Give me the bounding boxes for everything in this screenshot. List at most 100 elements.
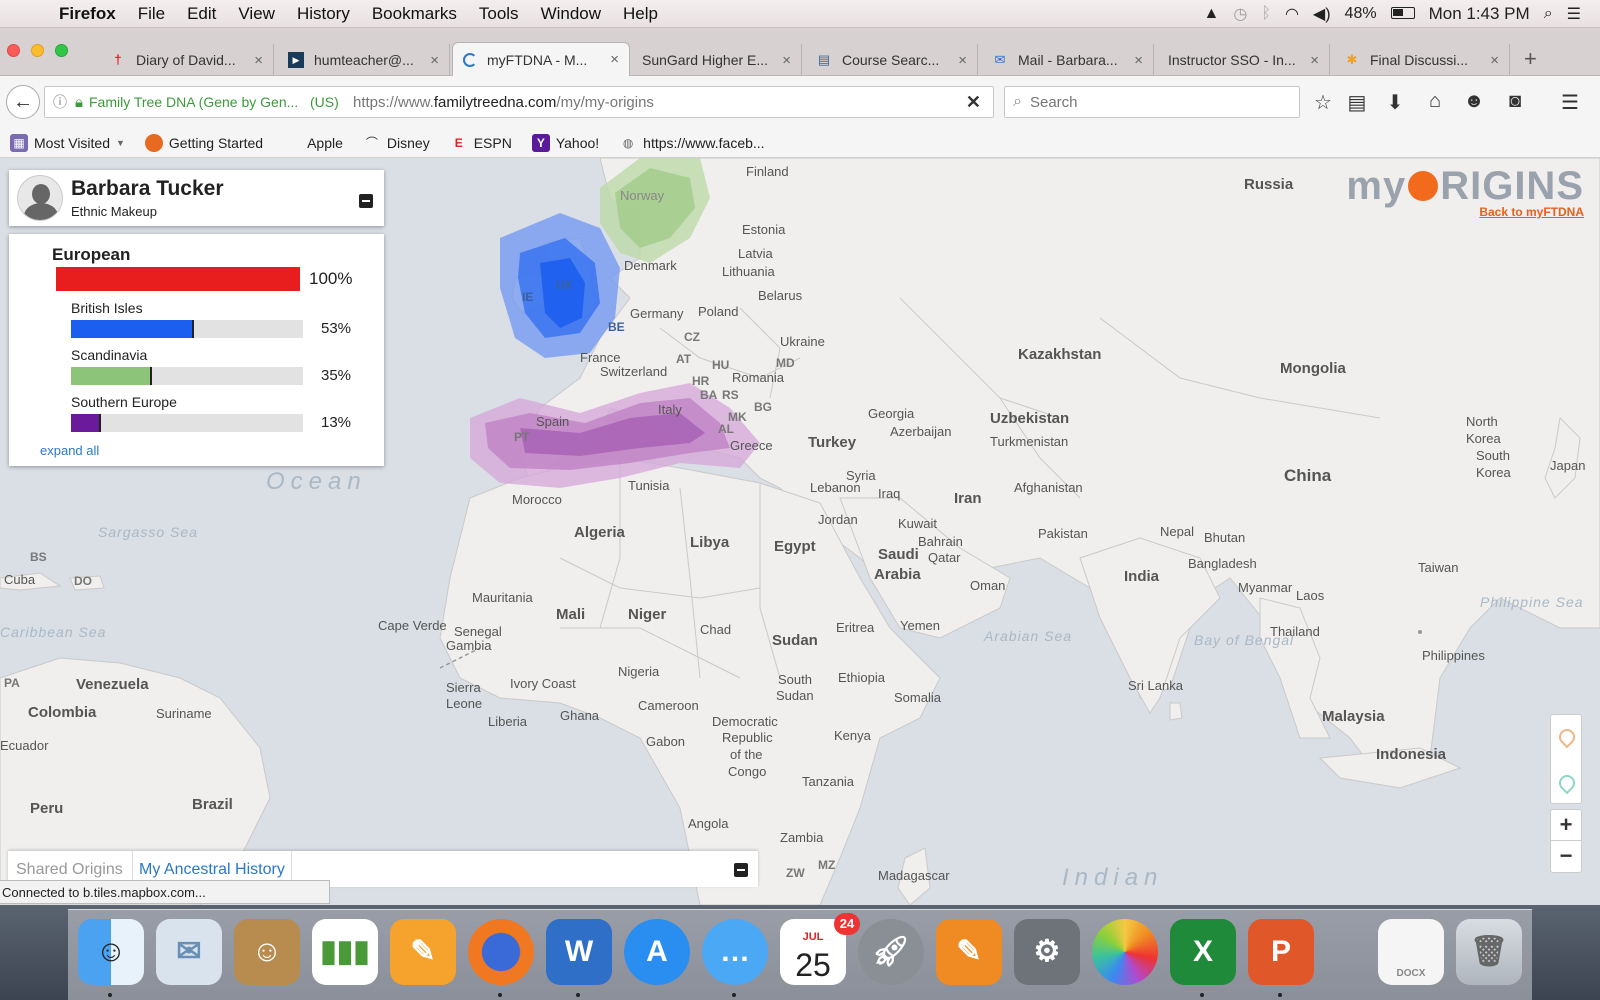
close-icon[interactable]: ×	[610, 51, 619, 68]
menu-view[interactable]: View	[227, 0, 286, 28]
system-preferences-icon[interactable]: ⚙	[1014, 919, 1080, 985]
trash-icon[interactable]: 🗑︎	[1456, 919, 1522, 985]
teal-pin-icon[interactable]	[1555, 771, 1579, 795]
menu-window[interactable]: Window	[530, 0, 612, 28]
battery-icon[interactable]	[1384, 5, 1422, 23]
tab-final-discussion[interactable]: ✱ Final Discussi... ×	[1334, 44, 1510, 76]
chat-icon[interactable]: ☻	[1461, 90, 1487, 113]
tab-sungard[interactable]: SunGard Higher E... ×	[632, 44, 802, 76]
hamburger-menu-icon[interactable]: ☰	[1557, 90, 1583, 115]
search-input[interactable]	[1029, 93, 1270, 111]
ibooks-author-icon[interactable]: ✎	[936, 919, 1002, 985]
site-identity[interactable]: Family Tree DNA (Gene by Gen... (US)	[89, 94, 341, 110]
map-label-turkmenistan: Turkmenistan	[990, 434, 1069, 449]
pocket-icon[interactable]: ◙	[1502, 90, 1528, 113]
back-button[interactable]: ←	[6, 85, 40, 119]
minimize-window-button[interactable]	[31, 44, 44, 57]
zoom-in-button[interactable]: +	[1551, 810, 1581, 841]
bookmark-star-icon[interactable]: ☆	[1310, 90, 1336, 115]
battery-percent[interactable]: 48%	[1338, 5, 1384, 23]
tab-mail[interactable]: ✉ Mail - Barbara... ×	[982, 44, 1154, 76]
tab-label: Final Discussi...	[1370, 52, 1469, 68]
expand-all-link[interactable]: expand all	[40, 443, 99, 458]
stop-icon[interactable]: ✕	[966, 92, 981, 113]
photos-icon[interactable]	[1092, 919, 1158, 985]
contacts-icon[interactable]: ☺	[234, 919, 300, 985]
menu-bookmarks[interactable]: Bookmarks	[361, 0, 468, 28]
map-label-brazil: Brazil	[192, 796, 233, 813]
volume-icon[interactable]: ◀)	[1306, 4, 1338, 24]
bookmark-espn[interactable]: E ESPN	[450, 134, 512, 152]
sub-southern-europe[interactable]: Southern Europe 13%	[71, 394, 351, 432]
origins-map[interactable]: Russia Kazakhstan Mongolia China India U…	[0, 158, 1600, 905]
finder-icon[interactable]: ☺	[78, 919, 144, 985]
sub-label: Southern Europe	[71, 394, 177, 410]
menu-edit[interactable]: Edit	[176, 0, 227, 28]
bluetooth-icon[interactable]: ᛒ	[1254, 5, 1278, 23]
info-icon[interactable]: ⓘ	[53, 92, 67, 112]
close-icon[interactable]: ×	[1310, 52, 1319, 69]
zoom-out-button[interactable]: −	[1551, 841, 1581, 872]
pages-icon[interactable]: ✎	[390, 919, 456, 985]
powerpoint-icon[interactable]: P	[1248, 919, 1314, 985]
bookmark-yahoo[interactable]: Y Yahoo!	[531, 133, 599, 152]
menu-app-name[interactable]: Firefox	[48, 0, 127, 28]
launchpad-icon[interactable]: 🚀︎	[858, 919, 924, 985]
menu-history[interactable]: History	[286, 0, 361, 28]
download-icon[interactable]: ⬇	[1382, 90, 1408, 115]
map-sea-bengal: Bay of Bengal	[1194, 632, 1295, 648]
url-bar[interactable]: ⓘ 🔒︎ Family Tree DNA (Gene by Gen... (US…	[44, 86, 994, 118]
map-label-senegal: Senegal	[454, 624, 502, 639]
lock-icon[interactable]: 🔒︎	[75, 94, 83, 111]
reading-list-icon[interactable]: ▤	[1344, 90, 1370, 115]
sub-british-isles[interactable]: British Isles 53%	[71, 300, 351, 338]
mail-app-icon[interactable]: ✉	[156, 919, 222, 985]
bookmark-most-visited[interactable]: ▦ Most Visited ▼	[10, 133, 125, 152]
tab-course-search[interactable]: ▤ Course Searc... ×	[806, 44, 978, 76]
excel-icon[interactable]: X	[1170, 919, 1236, 985]
notification-center-icon[interactable]: ☰	[1560, 4, 1588, 24]
close-icon[interactable]: ×	[254, 52, 263, 69]
close-icon[interactable]: ×	[1490, 52, 1499, 69]
search-bar[interactable]: ⌕	[1004, 86, 1300, 118]
map-label-liberia: Liberia	[488, 714, 528, 729]
tab-humteacher[interactable]: ▶ humteacher@... ×	[278, 44, 450, 76]
close-icon[interactable]: ×	[430, 52, 439, 69]
firefox-dock-icon[interactable]	[468, 919, 534, 985]
close-icon[interactable]: ×	[1134, 52, 1143, 69]
spotlight-icon[interactable]: ⌕	[1537, 5, 1560, 23]
tab-shared-origins[interactable]: Shared Origins	[16, 861, 123, 879]
map-label-cuba: Cuba	[4, 572, 36, 587]
menu-tools[interactable]: Tools	[468, 0, 530, 28]
zoom-window-button[interactable]	[55, 44, 68, 57]
close-icon[interactable]: ×	[958, 52, 967, 69]
wifi-icon[interactable]: ◠	[1278, 4, 1306, 24]
url-text[interactable]: https://www.familytreedna.com/my/my-orig…	[353, 94, 966, 111]
word-icon[interactable]: W	[546, 919, 612, 985]
menu-help[interactable]: Help	[612, 0, 669, 28]
menu-file[interactable]: File	[127, 0, 176, 28]
home-icon[interactable]: ⌂	[1422, 90, 1448, 113]
bookmark-apple[interactable]: Apple	[283, 134, 343, 152]
numbers-icon[interactable]: ▮▮▮	[312, 919, 378, 985]
close-window-button[interactable]	[7, 44, 20, 57]
bookmark-disney[interactable]: ⌒ Disney	[363, 134, 430, 152]
collapse-bottom-panel-button[interactable]	[734, 863, 748, 877]
docx-file-icon[interactable]: DOCX	[1378, 919, 1444, 985]
collapse-user-card-button[interactable]	[359, 194, 373, 208]
google-drive-icon[interactable]: ▲	[1197, 5, 1227, 23]
time-machine-icon[interactable]: ◷	[1226, 4, 1254, 24]
orange-pin-icon[interactable]	[1555, 725, 1579, 749]
new-tab-button[interactable]: +	[1524, 46, 1537, 72]
tab-myftdna[interactable]: myFTDNA - M... ×	[452, 42, 630, 76]
app-store-icon[interactable]: A	[624, 919, 690, 985]
tab-instructor-sso[interactable]: Instructor SSO - In... ×	[1158, 44, 1330, 76]
tab-diary[interactable]: † Diary of David... ×	[100, 44, 274, 76]
clock[interactable]: Mon 1:43 PM	[1422, 4, 1537, 24]
bookmark-getting-started[interactable]: Getting Started	[144, 133, 263, 152]
messages-icon[interactable]: …	[702, 919, 768, 985]
close-icon[interactable]: ×	[782, 52, 791, 69]
bookmark-facebook[interactable]: ◍ https://www.faceb...	[619, 134, 765, 152]
loading-icon	[463, 52, 477, 67]
sub-scandinavia[interactable]: Scandinavia 35%	[71, 347, 351, 385]
